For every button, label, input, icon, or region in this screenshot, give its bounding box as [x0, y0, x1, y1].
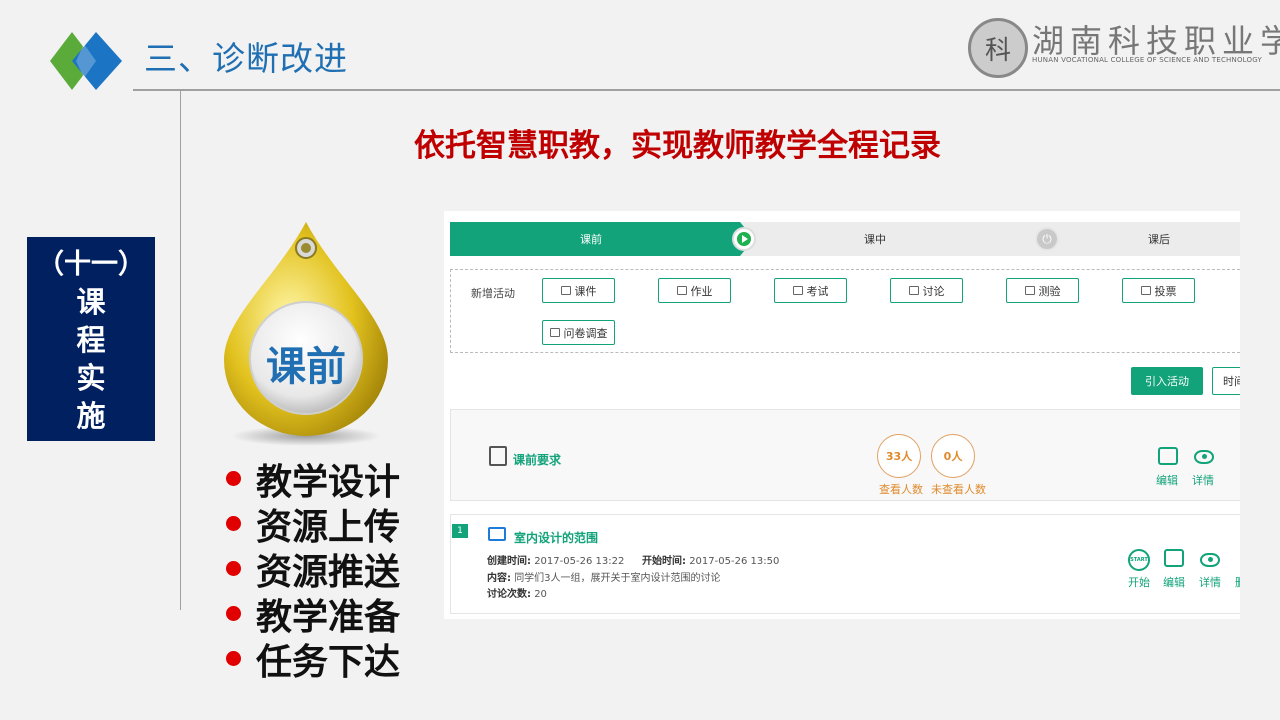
- section-char: 程: [76, 323, 106, 357]
- bullet-item: 教学设计: [226, 456, 400, 503]
- activity-discussion-button[interactable]: 讨论: [890, 278, 963, 303]
- section-char: 实: [76, 361, 106, 395]
- play-icon[interactable]: [732, 227, 756, 251]
- created-label: 创建时间:: [487, 556, 531, 567]
- unviewed-label: 未查看人数: [931, 483, 986, 496]
- viewed-label: 查看人数: [879, 483, 923, 496]
- bullet-dot-icon: [226, 516, 241, 531]
- logo-diamonds-icon: [50, 32, 122, 90]
- created-value: 2017-05-26 13:22: [534, 556, 625, 567]
- college-name-en: HUNAN VOCATIONAL COLLEGE OF SCIENCE AND …: [1032, 56, 1262, 64]
- slide-title: 三、诊断改进: [144, 39, 348, 78]
- edit-icon[interactable]: [1158, 447, 1178, 465]
- time-button[interactable]: 时间: [1212, 367, 1240, 395]
- eye-icon[interactable]: [1200, 553, 1220, 567]
- college-seal-icon: 科: [968, 18, 1028, 78]
- viewed-count: 33人: [877, 434, 921, 478]
- bullet-dot-icon: [226, 561, 241, 576]
- badge-label: 课前: [266, 344, 346, 390]
- content-label: 内容:: [487, 573, 511, 584]
- platform-screenshot: 课前 课中 ⏻ 课后 新增活动 课件 作业 考试 讨论 测验 投票 问卷调查 引…: [444, 211, 1240, 619]
- activity-label: 考试: [806, 284, 829, 298]
- activity-label: 测验: [1038, 284, 1061, 298]
- requirement-title[interactable]: 课前要求: [513, 451, 561, 468]
- headline: 依托智慧职教，实现教师教学全程记录: [414, 128, 941, 164]
- bullet-list: 教学设计 资源上传 资源推送 教学准备 任务下达: [226, 456, 400, 683]
- college-logo: 科 湖南科技职业学院 HUNAN VOCATIONAL COLLEGE OF S…: [968, 14, 1280, 78]
- activity-label: 课件: [574, 284, 597, 298]
- header-divider: [133, 89, 1280, 91]
- count-label: 讨论次数:: [487, 589, 531, 600]
- discussion-count: 讨论次数: 20: [487, 585, 547, 600]
- drop-badge-icon: [224, 222, 388, 446]
- bullet-item: 任务下达: [226, 636, 400, 683]
- unviewed-count: 0人: [931, 434, 975, 478]
- edit-doc-icon: [676, 286, 687, 295]
- content-value: 同学们3人一组，展开关于室内设计范围的讨论: [514, 573, 721, 584]
- folder-icon: [560, 286, 571, 295]
- bullet-dot-icon: [226, 471, 241, 486]
- start-time: 开始时间: 2017-05-26 13:50: [642, 552, 779, 567]
- count-value: 20: [534, 589, 547, 600]
- section-char: 施: [76, 399, 106, 433]
- start-icon[interactable]: START: [1128, 549, 1150, 571]
- bullet-item: 资源推送: [226, 546, 400, 593]
- start-label: 开始时间:: [642, 556, 686, 567]
- step-post-class[interactable]: 课后: [1148, 231, 1170, 247]
- bullet-item: 教学准备: [226, 591, 400, 638]
- vertical-divider: [180, 90, 181, 610]
- created-time: 创建时间: 2017-05-26 13:22: [487, 552, 624, 567]
- activity-vote-button[interactable]: 投票: [1122, 278, 1195, 303]
- activity-label: 讨论: [922, 284, 945, 298]
- add-activity-label: 新增活动: [471, 287, 515, 300]
- import-activity-button[interactable]: 引入活动: [1131, 367, 1203, 395]
- chat-icon: [908, 286, 919, 295]
- activity-exam-button[interactable]: 考试: [774, 278, 847, 303]
- activity-label: 问卷调查: [563, 326, 608, 340]
- activity-label: 投票: [1154, 284, 1177, 298]
- activity-quiz-button[interactable]: 测验: [1006, 278, 1079, 303]
- monitor-chat-icon: [488, 527, 506, 541]
- step-pre-class[interactable]: 课前: [580, 231, 602, 247]
- survey-icon: [549, 328, 560, 337]
- section-box: （十一） 课 程 实 施: [27, 237, 155, 441]
- edit-label[interactable]: 编辑: [1156, 472, 1178, 488]
- detail-label[interactable]: 详情: [1192, 472, 1214, 488]
- item-title[interactable]: 室内设计的范围: [514, 529, 598, 546]
- activity-label: 作业: [690, 284, 713, 298]
- step-in-class[interactable]: 课中: [864, 231, 886, 247]
- activity-survey-button[interactable]: 问卷调查: [542, 320, 615, 345]
- delete-label-action[interactable]: 删: [1235, 574, 1240, 590]
- clipboard-icon: [489, 446, 507, 466]
- college-seal-char: 科: [984, 35, 1011, 66]
- requirement-card: 课前要求 33人 查看人数 0人 未查看人数 编辑 详情: [450, 409, 1240, 501]
- eye-icon[interactable]: [1194, 450, 1214, 464]
- start-label-action[interactable]: 开始: [1128, 574, 1150, 590]
- bullet-dot-icon: [226, 606, 241, 621]
- bullet-dot-icon: [226, 651, 241, 666]
- item-index-badge: 1: [452, 524, 468, 538]
- edit-label-action[interactable]: 编辑: [1163, 574, 1185, 590]
- bullet-text: 任务下达: [256, 641, 401, 683]
- vote-icon: [1140, 286, 1151, 295]
- add-activity-box: 新增活动 课件 作业 考试 讨论 测验 投票 问卷调查: [450, 269, 1240, 353]
- section-number: （十一）: [37, 249, 145, 280]
- edit-icon[interactable]: [1164, 549, 1184, 567]
- quiz-icon: [1024, 286, 1035, 295]
- section-char: 课: [76, 285, 106, 319]
- detail-label-action[interactable]: 详情: [1199, 574, 1221, 590]
- exam-icon: [792, 286, 803, 295]
- activity-courseware-button[interactable]: 课件: [542, 278, 615, 303]
- stage-steps: 课前 课中 ⏻ 课后: [450, 222, 1240, 256]
- start-value: 2017-05-26 13:50: [689, 556, 780, 567]
- power-icon[interactable]: ⏻: [1035, 227, 1059, 251]
- bullet-item: 资源上传: [226, 501, 400, 548]
- item-content: 内容: 同学们3人一组，展开关于室内设计范围的讨论: [487, 569, 721, 584]
- activity-homework-button[interactable]: 作业: [658, 278, 731, 303]
